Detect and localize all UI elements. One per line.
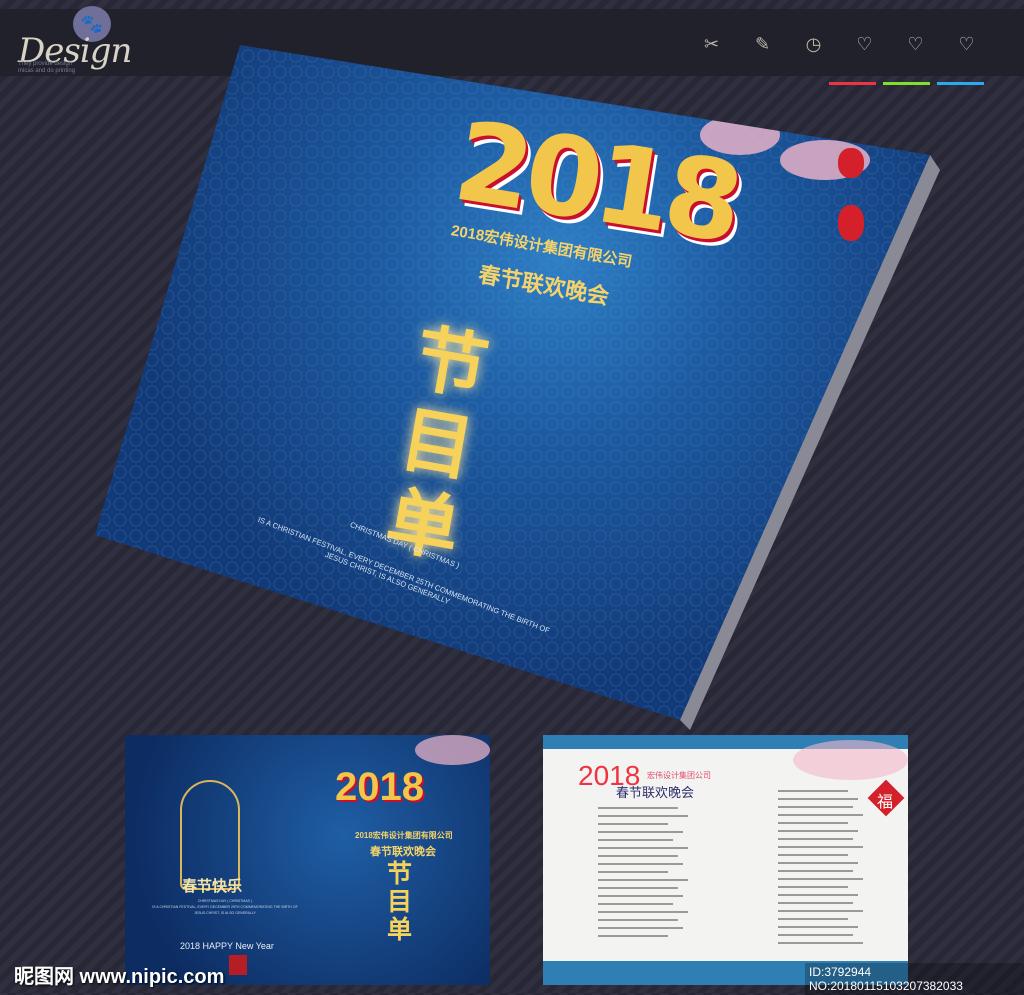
- program-line: [778, 830, 858, 832]
- program-line: [778, 878, 863, 880]
- lantern-icon: [838, 148, 864, 178]
- program-line: [598, 927, 683, 929]
- program-line: [778, 934, 853, 936]
- program-line: [778, 910, 863, 912]
- image-id: ID:3792944 NO:20180115103207382033: [805, 963, 1024, 995]
- program-line: [778, 806, 853, 808]
- program-line: [598, 863, 683, 865]
- front-company: 2018宏伟设计集团有限公司: [355, 831, 453, 840]
- program-line: [778, 814, 863, 816]
- check-circle-icon[interactable]: ◷: [788, 34, 839, 55]
- sheet-event: 春节联欢晚会: [616, 785, 695, 800]
- program-line: [598, 807, 678, 809]
- program-line: [598, 879, 688, 881]
- program-line: [778, 822, 848, 824]
- front-year: 2018: [335, 765, 424, 809]
- program-line: [598, 919, 678, 921]
- back-english: CHRISTMAS DAY ( CHRISTMAS ) IS A CHRISTI…: [125, 898, 325, 916]
- back-cover-preview[interactable]: 春节快乐 CHRISTMAS DAY ( CHRISTMAS ) IS A CH…: [125, 735, 490, 985]
- program-line: [598, 871, 668, 873]
- ornament-icon: [180, 780, 240, 890]
- program-line: [778, 942, 863, 944]
- program-line: [778, 918, 848, 920]
- logo[interactable]: 🐾 Design They provide design micas and d…: [18, 6, 138, 79]
- greeting: 春节快乐: [182, 878, 243, 895]
- heart-remove-icon[interactable]: ♡: [941, 34, 992, 55]
- sheet-company: 宏伟设计集团公司: [647, 771, 711, 780]
- plum-blossom: [793, 740, 908, 780]
- program-line: [778, 790, 848, 792]
- program-line: [598, 823, 668, 825]
- program-line: [598, 847, 688, 849]
- front-event: 春节联欢晚会: [370, 846, 436, 858]
- program-list-preview[interactable]: 2018 宏伟设计集团公司 春节联欢晚会 福: [543, 735, 908, 985]
- program-line: [778, 862, 858, 864]
- program-line: [598, 855, 678, 857]
- top-bar: 🐾 Design They provide design micas and d…: [0, 6, 1024, 79]
- lantern-icon: [838, 205, 864, 241]
- program-line: [778, 894, 858, 896]
- front-title: 节目单: [387, 860, 413, 944]
- program-line: [598, 895, 683, 897]
- toolbar: ✂ ✎ ◷ ♡ ♡ ♡: [686, 34, 992, 55]
- fu-character: 福: [877, 794, 894, 811]
- program-line: [598, 831, 683, 833]
- program-line: [778, 902, 853, 904]
- plum-blossom: [415, 735, 490, 765]
- logo-tagline: They provide design micas and do printin…: [18, 61, 76, 74]
- blue-accent-bar: [937, 82, 984, 85]
- heart-add-icon[interactable]: ♡: [890, 34, 941, 55]
- program-line: [778, 838, 853, 840]
- program-line: [598, 815, 688, 817]
- red-accent-bar: [829, 82, 876, 85]
- program-line: [598, 935, 668, 937]
- green-accent-bar: [883, 82, 930, 85]
- english-line: JESUS CHRIST, IS ALSO GENERALLY: [194, 911, 256, 915]
- program-line: [598, 911, 688, 913]
- program-line: [778, 854, 848, 856]
- program-line: [598, 903, 673, 905]
- heart-icon[interactable]: ♡: [839, 34, 890, 55]
- program-line: [598, 839, 673, 841]
- program-line: [598, 887, 678, 889]
- happy-new-year: 2018 HAPPY New Year: [180, 941, 274, 951]
- scissors-icon[interactable]: ✂: [686, 34, 737, 55]
- nipic-watermark: 昵图网 www.nipic.com: [14, 966, 225, 988]
- seal-stamp: [229, 955, 247, 975]
- program-line: [778, 886, 848, 888]
- program-line: [778, 870, 853, 872]
- program-line: [778, 926, 858, 928]
- program-line: [778, 846, 863, 848]
- program-line: [778, 798, 858, 800]
- pencil-icon[interactable]: ✎: [737, 34, 788, 55]
